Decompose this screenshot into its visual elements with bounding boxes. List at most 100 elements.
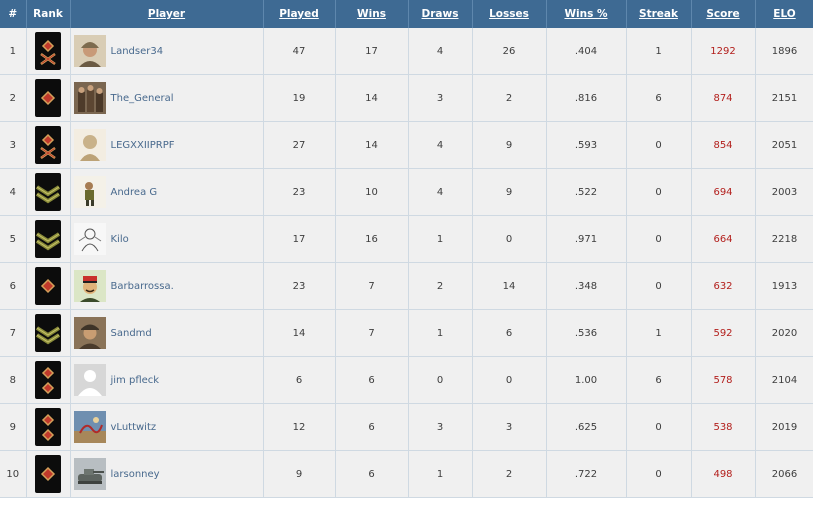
- score-value: 1292: [691, 28, 756, 75]
- score-value: 694: [691, 168, 756, 216]
- col-header-draws[interactable]: Draws: [408, 0, 473, 28]
- table-row: 3 LEGXXIIPRPF 27 14 4 9.593 0 854 2051: [0, 121, 813, 169]
- draws-value: 0: [408, 356, 473, 404]
- elo-value: 1896: [755, 28, 813, 75]
- played-value: 12: [263, 403, 336, 451]
- draws-value: 1: [408, 215, 473, 263]
- pip-insignia-icon: [27, 267, 70, 305]
- played-value: 27: [263, 121, 336, 169]
- wins-value: 7: [335, 262, 409, 310]
- player-name-link[interactable]: Sandmd: [111, 328, 152, 339]
- rank-insignia-cell: [26, 450, 71, 498]
- col-header-losses[interactable]: Losses: [472, 0, 547, 28]
- streak-value: 0: [626, 168, 692, 216]
- player-cell: Andrea G: [70, 168, 264, 216]
- col-header-elo[interactable]: ELO: [755, 0, 813, 28]
- officer-cap-avatar-icon[interactable]: [73, 317, 111, 349]
- player-cell: LEGXXIIPRPF: [70, 121, 264, 169]
- player-name-link[interactable]: jim pfleck: [111, 375, 160, 386]
- player-name-link[interactable]: vLuttwitz: [111, 422, 157, 433]
- player-name-link[interactable]: Kilo: [111, 234, 129, 245]
- statue-bust-avatar-icon[interactable]: [73, 129, 111, 161]
- losses-value: 9: [472, 121, 547, 169]
- player-name-link[interactable]: The_General: [111, 93, 174, 104]
- col-header-played[interactable]: Played: [263, 0, 336, 28]
- rank-number: 10: [0, 450, 27, 498]
- officer-avatar-icon[interactable]: [73, 270, 111, 302]
- elo-value: 2003: [755, 168, 813, 216]
- table-row: 4 Andrea G 23 10 4 9.522 0 694 2003: [0, 168, 813, 216]
- losses-value: 2: [472, 74, 547, 122]
- played-value: 17: [263, 215, 336, 263]
- col-header-score[interactable]: Score: [691, 0, 756, 28]
- table-row: 9 vLuttwitz 12 6 3 3.625 0 538 2019: [0, 403, 813, 451]
- player-cell: Landser34: [70, 28, 264, 75]
- elo-value: 2151: [755, 74, 813, 122]
- crossed-batons-insignia-icon: [27, 126, 70, 164]
- streak-value: 0: [626, 215, 692, 263]
- col-header-streak[interactable]: Streak: [626, 0, 692, 28]
- wins-value: 6: [335, 356, 409, 404]
- col-header-wins[interactable]: Wins: [335, 0, 409, 28]
- streak-value: 0: [626, 403, 692, 451]
- leaderboard-table: # Rank Player Played Wins Draws Losses W…: [0, 0, 813, 498]
- rank-insignia-cell: [26, 168, 71, 216]
- player-cell: Barbarrossa.: [70, 262, 264, 310]
- draws-value: 1: [408, 450, 473, 498]
- wins-pct-value: .404: [546, 28, 627, 75]
- player-name-link[interactable]: Andrea G: [111, 187, 158, 198]
- chevrons-insignia-icon: [27, 220, 70, 258]
- player-name-link[interactable]: LEGXXIIPRPF: [111, 140, 175, 151]
- elo-value: 2020: [755, 309, 813, 357]
- losses-value: 6: [472, 309, 547, 357]
- wins-value: 6: [335, 450, 409, 498]
- losses-value: 9: [472, 168, 547, 216]
- player-name-link[interactable]: larsonney: [111, 469, 160, 480]
- rank-number: 2: [0, 74, 27, 122]
- player-name-link[interactable]: Barbarrossa.: [111, 281, 174, 292]
- streak-value: 1: [626, 28, 692, 75]
- player-cell: Kilo: [70, 215, 264, 263]
- score-value: 664: [691, 215, 756, 263]
- player-wrap: LEGXXIIPRPF: [71, 129, 263, 161]
- player-cell: vLuttwitz: [70, 403, 264, 451]
- losses-value: 0: [472, 356, 547, 404]
- sketch-avatar-icon[interactable]: [73, 223, 111, 255]
- wins-pct-value: .536: [546, 309, 627, 357]
- cartoon-figure-avatar-icon[interactable]: [73, 176, 111, 208]
- wins-value: 6: [335, 403, 409, 451]
- wins-pct-value: .722: [546, 450, 627, 498]
- table-row: 7 Sandmd 14 7 1 6.536 1 592 2020: [0, 309, 813, 357]
- default-user-avatar-icon[interactable]: [73, 364, 111, 396]
- two-pips-insignia-icon: [27, 361, 70, 399]
- player-name-link[interactable]: Landser34: [111, 46, 164, 57]
- player-wrap: Andrea G: [71, 176, 263, 208]
- player-wrap: Barbarrossa.: [71, 270, 263, 302]
- elo-value: 1913: [755, 262, 813, 310]
- streak-value: 0: [626, 121, 692, 169]
- score-value: 538: [691, 403, 756, 451]
- score-value: 854: [691, 121, 756, 169]
- tank-avatar-icon[interactable]: [73, 458, 111, 490]
- losses-value: 3: [472, 403, 547, 451]
- score-value: 632: [691, 262, 756, 310]
- helmet-soldier-avatar-icon[interactable]: [73, 35, 111, 67]
- wins-pct-value: .971: [546, 215, 627, 263]
- player-wrap: vLuttwitz: [71, 411, 263, 443]
- soldiers-group-avatar-icon[interactable]: [73, 82, 111, 114]
- player-cell: The_General: [70, 74, 264, 122]
- player-wrap: jim pfleck: [71, 364, 263, 396]
- draws-value: 2: [408, 262, 473, 310]
- col-header-wins-pct[interactable]: Wins %: [546, 0, 627, 28]
- elo-value: 2218: [755, 215, 813, 263]
- score-value: 578: [691, 356, 756, 404]
- streak-value: 1: [626, 309, 692, 357]
- painting-avatar-icon[interactable]: [73, 411, 111, 443]
- header-row: # Rank Player Played Wins Draws Losses W…: [0, 0, 813, 28]
- losses-value: 26: [472, 28, 547, 75]
- rank-number: 3: [0, 121, 27, 169]
- col-header-player[interactable]: Player: [70, 0, 264, 28]
- chevrons-insignia-icon: [27, 173, 70, 211]
- losses-value: 2: [472, 450, 547, 498]
- score-value: 498: [691, 450, 756, 498]
